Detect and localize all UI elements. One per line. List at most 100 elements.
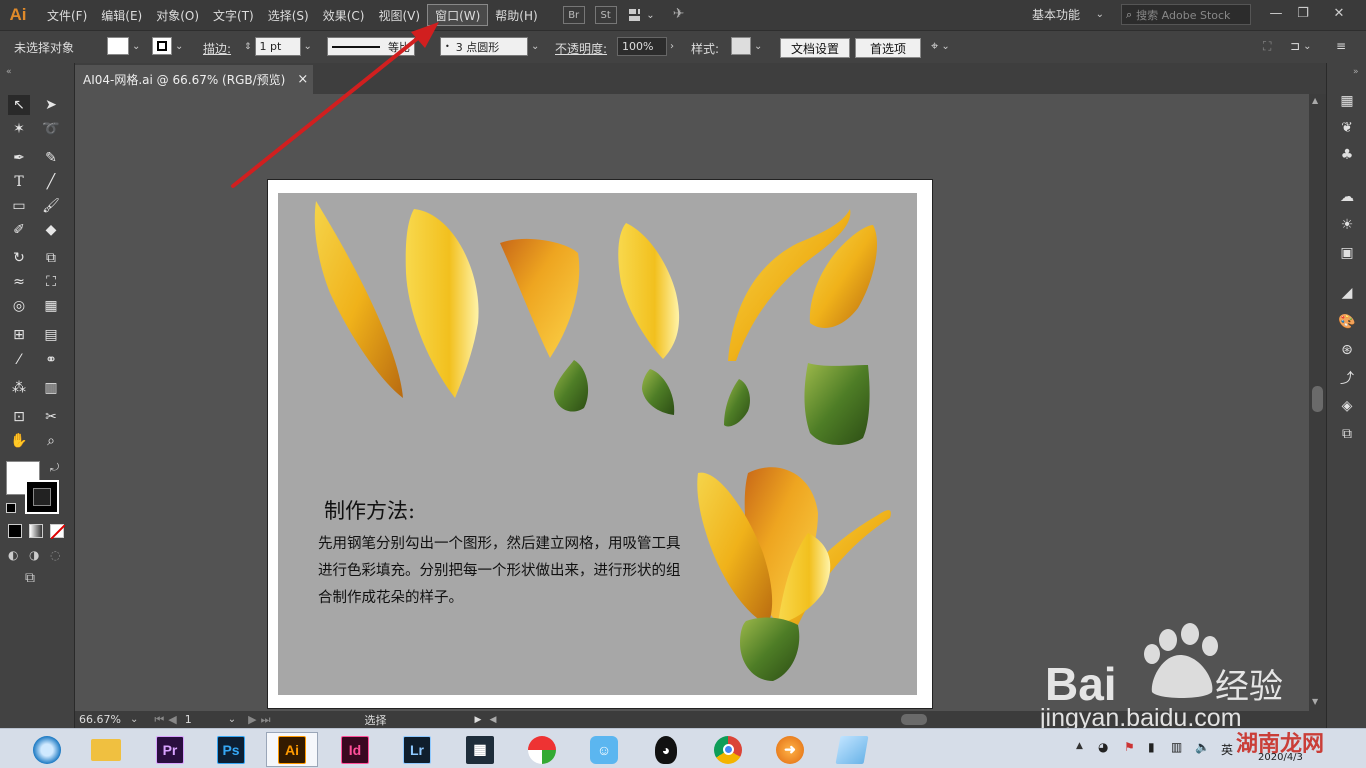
brushes-icon[interactable]: ❦ [1337, 118, 1357, 138]
close-window-button[interactable]: ✕ [1326, 4, 1352, 22]
warp-tool-icon[interactable]: ≈ [8, 272, 30, 292]
opacity-input[interactable]: 100% [617, 37, 667, 56]
taskbar-lightroom[interactable]: Lr [391, 732, 443, 767]
opacity-field[interactable]: 100% › [617, 37, 674, 56]
slice-tool-icon[interactable]: ✂ [40, 407, 62, 427]
symbol-sprayer-tool-icon[interactable]: ⁂ [8, 378, 30, 398]
rotate-tool-icon[interactable]: ↻ [8, 248, 30, 268]
eyedropper-tool-icon[interactable]: ⁄ [8, 350, 30, 370]
scale-tool-icon[interactable]: ⧉ [40, 248, 62, 268]
free-transform-tool-icon[interactable]: ⛶ [40, 272, 62, 292]
opacity-label[interactable]: 不透明度: [555, 40, 607, 57]
taskbar-notes[interactable] [826, 732, 878, 767]
default-colors-icon[interactable] [6, 503, 16, 513]
taskbar-chat[interactable]: ☺ [578, 732, 630, 767]
gradient-mode-icon[interactable] [29, 524, 43, 538]
chevron-right-icon[interactable]: › [670, 41, 674, 52]
tray-show-hidden-icon[interactable]: ▲ [1076, 741, 1083, 751]
artboards-icon[interactable]: ⧉ [1337, 424, 1357, 444]
menu-object[interactable]: 对象(O) [149, 4, 206, 26]
transform-icon[interactable]: ⌖ ⌄ [931, 39, 950, 54]
first-artboard-icon[interactable]: ⏮ [154, 713, 164, 727]
align-icon[interactable]: ⊐ ⌄ [1290, 39, 1311, 53]
taskbar-explorer[interactable] [80, 732, 132, 767]
taskbar-indesign[interactable]: Id [329, 732, 381, 767]
swap-colors-icon[interactable]: ⤾ [50, 461, 59, 475]
taskbar-video-player[interactable]: ▦ [454, 732, 506, 767]
fill-swatch[interactable]: ⌄ [107, 37, 140, 55]
stock-button[interactable]: St [594, 6, 617, 24]
hscroll-left-icon[interactable]: ◀ [489, 715, 496, 725]
minimize-button[interactable]: — [1263, 4, 1289, 22]
zoom-dropdown-icon[interactable]: ⌄ [130, 714, 138, 725]
paintbrush-tool-icon[interactable]: 🖌 [40, 196, 62, 216]
last-artboard-icon[interactable]: ⏭ [261, 713, 271, 727]
taskbar-browser-360[interactable] [21, 732, 73, 767]
eraser-tool-icon[interactable]: ◆ [40, 220, 62, 240]
zoom-level[interactable]: 66.67% [79, 713, 127, 726]
tray-flag-icon[interactable]: ⚑ [1124, 740, 1135, 754]
color-icon[interactable]: 🎨 [1337, 312, 1357, 332]
bridge-button[interactable]: Br [562, 6, 585, 24]
arrange-documents-icon[interactable]: ⌄ [628, 6, 655, 24]
collapse-icon[interactable]: « [6, 67, 12, 77]
preferences-button[interactable]: 首选项 [855, 38, 921, 58]
artboard-number[interactable]: 1 [185, 713, 225, 726]
perspective-grid-tool-icon[interactable]: ▦ [40, 296, 62, 316]
magic-wand-tool-icon[interactable]: ✶ [8, 119, 30, 139]
tray-battery-icon[interactable]: ▮ [1148, 740, 1155, 754]
document-setup-button[interactable]: 文档设置 [780, 38, 850, 58]
taskbar-qq[interactable]: ◕ [640, 732, 692, 767]
lasso-tool-icon[interactable]: ➰ [40, 119, 62, 139]
vertical-scrollbar[interactable]: ▲ ▼ [1309, 94, 1326, 711]
menu-edit[interactable]: 编辑(E) [94, 4, 149, 26]
color-mode-icon[interactable] [8, 524, 22, 538]
draw-normal-icon[interactable]: ◐ [8, 548, 18, 562]
curvature-tool-icon[interactable]: ✎ [40, 148, 62, 168]
tray-network-icon[interactable]: ▥ [1171, 740, 1182, 754]
mesh-tool-icon[interactable]: ⊞ [8, 325, 30, 345]
graphic-style-swatch[interactable]: ⌄ [731, 37, 762, 55]
scroll-thumb[interactable] [1312, 386, 1323, 412]
rectangle-tool-icon[interactable]: ▭ [8, 196, 30, 216]
horizontal-scrollbar[interactable] [901, 714, 927, 725]
expand-panels-icon[interactable]: » [1353, 67, 1359, 77]
tray-ime-label[interactable]: 英 [1221, 741, 1233, 758]
screen-mode-icon[interactable]: ⧉ [25, 570, 35, 586]
gpu-performance-icon[interactable]: ✈ [673, 6, 695, 24]
creative-cloud-icon[interactable]: ☁ [1337, 187, 1357, 207]
column-graph-tool-icon[interactable]: ▥ [40, 378, 62, 398]
direct-selection-tool-icon[interactable]: ➤ [40, 95, 62, 115]
taskbar-app-orange[interactable]: ➜ [764, 732, 816, 767]
scroll-up-icon[interactable]: ▲ [1312, 96, 1318, 105]
shaper-tool-icon[interactable]: ✐ [8, 220, 30, 240]
prev-artboard-icon[interactable]: ◀ [168, 713, 176, 726]
export-icon[interactable]: ⤴ [1337, 368, 1357, 388]
layers-icon[interactable]: ◈ [1337, 396, 1357, 416]
line-tool-icon[interactable]: ╱ [40, 172, 62, 192]
tray-volume-icon[interactable]: 🔈 [1195, 740, 1210, 754]
type-tool-icon[interactable]: T [8, 172, 30, 192]
taskbar-chrome[interactable] [702, 732, 754, 767]
zoom-tool-icon[interactable]: ⌕ [40, 431, 62, 451]
hand-tool-icon[interactable]: ✋ [8, 431, 30, 451]
pen-tool-icon[interactable]: ✒ [8, 148, 30, 168]
status-menu-icon[interactable]: ▶ [475, 715, 482, 725]
draw-behind-icon[interactable]: ◑ [29, 548, 39, 562]
scroll-down-icon[interactable]: ▼ [1312, 697, 1318, 706]
tray-qq-icon[interactable]: ◕ [1098, 740, 1108, 754]
color-guide-icon[interactable]: ⊛ [1337, 340, 1357, 360]
restore-button[interactable]: ❐ [1290, 4, 1316, 22]
taskbar-illustrator[interactable]: Ai [266, 732, 318, 767]
none-mode-icon[interactable] [50, 524, 65, 539]
image-trace-icon[interactable]: ▣ [1337, 243, 1357, 263]
blend-tool-icon[interactable]: ⚭ [40, 350, 62, 370]
appearance-icon[interactable]: ☀ [1337, 215, 1357, 235]
workspace-switcher[interactable]: 基本功能 ⌄ [1026, 4, 1110, 25]
panel-menu-icon[interactable]: ≡ [1336, 39, 1346, 53]
taskbar-photoshop[interactable]: Ps [205, 732, 257, 767]
shape-builder-tool-icon[interactable]: ◎ [8, 296, 30, 316]
gradient-panel-icon[interactable]: ◢ [1337, 283, 1357, 303]
isolate-icon[interactable]: ⛶ [1263, 39, 1271, 54]
menu-file[interactable]: 文件(F) [40, 4, 94, 26]
